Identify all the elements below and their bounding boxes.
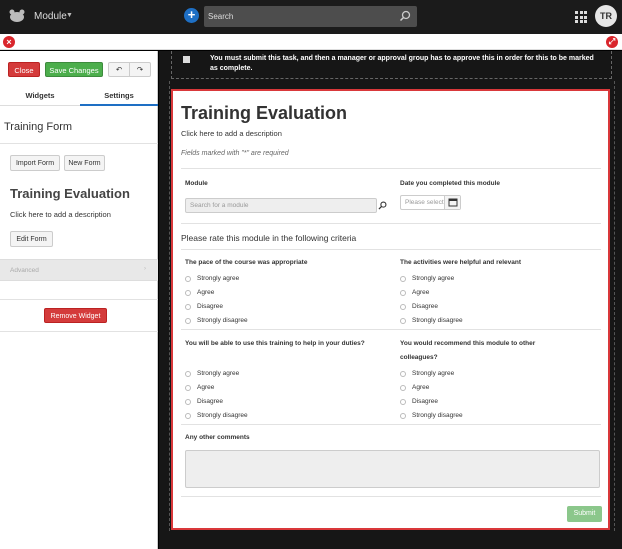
radio-button[interactable]	[185, 371, 191, 377]
save-changes-button[interactable]: Save Changes	[45, 62, 103, 77]
radio-label: Disagree	[412, 398, 439, 405]
search-input[interactable]	[208, 9, 388, 24]
radio-label: Agree	[197, 289, 215, 296]
radio-label: Strongly agree	[412, 275, 455, 282]
radio-label: Strongly agree	[412, 370, 455, 377]
advanced-section[interactable]: Advanced ›	[0, 259, 158, 281]
criteria-heading: Please rate this module in the following…	[181, 233, 357, 243]
radio-button[interactable]	[400, 399, 406, 405]
radio-button[interactable]	[185, 413, 191, 419]
radio-label: Strongly agree	[197, 370, 240, 377]
divider	[181, 223, 601, 224]
comments-label: Any other comments	[185, 434, 250, 441]
chevron-down-icon[interactable]: ▼	[66, 12, 73, 19]
radio-button[interactable]	[185, 304, 191, 310]
divider	[181, 496, 601, 497]
radio-button[interactable]	[185, 318, 191, 324]
divider	[0, 299, 158, 300]
submit-button[interactable]: Submit	[567, 506, 602, 522]
divider	[0, 143, 158, 144]
search-bar	[204, 6, 417, 27]
edit-form-button[interactable]: Edit Form	[10, 231, 53, 247]
advanced-label: Advanced	[10, 267, 39, 274]
radio-button[interactable]	[400, 371, 406, 377]
divider	[181, 249, 601, 250]
radio-label: Disagree	[412, 303, 439, 310]
module-search-input[interactable]: Search for a module	[185, 198, 377, 213]
left-panel: Close Save Changes ↶ ↷ Widgets Settings …	[0, 51, 158, 549]
divider	[0, 331, 158, 332]
undo-icon[interactable]: ↶	[108, 62, 130, 77]
import-form-button[interactable]: Import Form	[10, 155, 60, 171]
search-icon[interactable]	[378, 201, 387, 210]
dashed-guide	[614, 81, 615, 531]
date-picker[interactable]: Please select	[400, 195, 461, 210]
module-field-label: Module	[185, 180, 208, 187]
tab-settings[interactable]: Settings	[80, 91, 158, 105]
divider	[181, 168, 601, 169]
radio-button[interactable]	[400, 413, 406, 419]
new-form-button[interactable]: New Form	[64, 155, 105, 171]
search-icon[interactable]	[399, 10, 411, 22]
radio-label: Disagree	[197, 398, 224, 405]
comments-textarea[interactable]	[185, 450, 600, 488]
radio-label: Agree	[197, 384, 215, 391]
radio-label: Strongly disagree	[197, 317, 248, 324]
chevron-right-icon: ›	[144, 266, 146, 272]
form-card[interactable]: Training Evaluation Click here to add a …	[171, 89, 610, 530]
dashed-guide	[169, 81, 170, 531]
required-note: Fields marked with "*" are required	[181, 150, 289, 157]
divider	[181, 424, 601, 425]
editor-strip: × ⤢	[0, 34, 622, 50]
radio-label: Disagree	[197, 303, 224, 310]
app-logo-icon[interactable]	[8, 9, 26, 23]
radio-button[interactable]	[185, 276, 191, 282]
radio-button[interactable]	[400, 318, 406, 324]
radio-button[interactable]	[185, 290, 191, 296]
form-description[interactable]: Click here to add a description	[10, 210, 111, 219]
radio-button[interactable]	[400, 276, 406, 282]
form-section-heading: Training Form	[4, 121, 73, 133]
radio-button[interactable]	[185, 399, 191, 405]
radio-label: Strongly disagree	[412, 412, 463, 419]
avatar[interactable]: TR	[595, 5, 617, 27]
divider	[181, 329, 601, 330]
tab-widgets[interactable]: Widgets	[0, 91, 80, 105]
radio-label: Strongly disagree	[412, 317, 463, 324]
question-label: You will be able to use this training to…	[185, 340, 365, 347]
close-button[interactable]: Close	[8, 62, 40, 77]
question-label: You would recommend this module to other…	[400, 340, 536, 361]
form-title: Training Evaluation	[181, 103, 348, 123]
apps-grid-icon[interactable]	[575, 11, 587, 23]
radio-button[interactable]	[400, 304, 406, 310]
date-placeholder: Please select	[405, 199, 444, 206]
approval-notice: You must submit this task, and then a ma…	[171, 51, 612, 79]
notice-text: You must submit this task, and then a ma…	[210, 55, 594, 72]
calendar-icon[interactable]	[444, 196, 460, 209]
question-label: The activities were helpful and relevant	[400, 259, 522, 266]
radio-label: Strongly disagree	[197, 412, 248, 419]
top-navbar: Module ▼ + TR	[0, 0, 622, 34]
question-label: The pace of the course was appropriate	[185, 259, 308, 266]
module-menu[interactable]: Module	[34, 11, 67, 22]
radio-button[interactable]	[185, 385, 191, 391]
form-title: Training Evaluation	[10, 186, 130, 201]
radio-label: Agree	[412, 384, 430, 391]
radio-button[interactable]	[400, 290, 406, 296]
close-icon[interactable]: ×	[3, 36, 15, 48]
radio-button[interactable]	[400, 385, 406, 391]
checkbox-icon	[183, 56, 190, 63]
redo-icon[interactable]: ↷	[129, 62, 151, 77]
expand-icon[interactable]: ⤢	[606, 36, 618, 48]
radio-label: Strongly agree	[197, 275, 240, 282]
date-field-label: Date you completed this module	[400, 180, 501, 187]
form-description[interactable]: Click here to add a description	[181, 129, 282, 138]
active-tab-indicator	[80, 104, 158, 106]
remove-widget-button[interactable]: Remove Widget	[44, 308, 107, 323]
radio-label: Agree	[412, 289, 430, 296]
add-button[interactable]: +	[184, 8, 199, 23]
